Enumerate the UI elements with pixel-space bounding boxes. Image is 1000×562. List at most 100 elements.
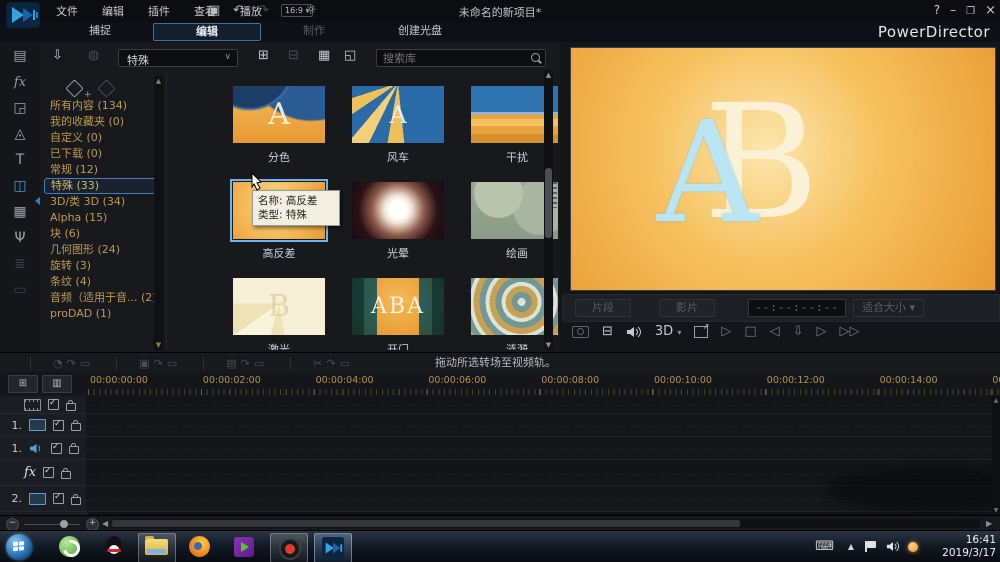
remove-folder-icon[interactable]: ⊟ [288,48,299,63]
video-track-1-lane[interactable] [86,414,992,437]
3d-mode-dropdown[interactable]: 3D ▾ [655,324,681,339]
module-tab[interactable]: 捕捉 [47,22,153,42]
category-item[interactable]: 块 (6) [44,226,160,242]
transition-item[interactable]: 光晕 [352,182,444,261]
scroll-up-icon[interactable]: ▲ [992,397,1000,404]
taskbar-qq[interactable] [96,533,132,561]
track-header[interactable]: fx [0,460,86,486]
restore-button[interactable] [966,3,975,18]
grid-view-icon[interactable]: ▦ [318,48,330,63]
transition-item[interactable]: A 分色 [233,86,325,165]
minimize-button[interactable] [950,3,956,18]
track-header[interactable] [0,396,86,414]
search-icon[interactable] [531,53,540,62]
transition-item[interactable]: ABA 开门 [352,278,444,350]
undock-preview-icon[interactable] [694,322,709,338]
transport-button[interactable]: ◁ [770,324,780,339]
drag-action-group[interactable]: ▤↷▭ [203,356,290,370]
transport-button[interactable]: ▷ [817,324,827,339]
undock-panel-icon[interactable]: ◱ [344,48,356,63]
transport-button[interactable]: □ [744,324,756,339]
scroll-down-icon[interactable]: ▼ [992,507,1000,514]
library-search-input[interactable] [381,50,525,66]
category-item[interactable]: 音频（适用于音... (2) [44,290,160,306]
tray-expand-icon[interactable]: ▲ [848,542,854,551]
category-item[interactable]: 3D/类 3D (34) [44,194,160,210]
range-select-button[interactable]: ▥ [42,375,72,393]
category-item[interactable]: proDAD (1) [44,306,160,322]
timecode-display[interactable]: --:--:--:-- [748,299,846,317]
module-tab[interactable]: 编辑 [153,23,261,41]
new-folder-icon[interactable]: ⊞ [258,48,269,63]
taskbar-screen-recorder[interactable] [270,533,308,562]
taskbar-explorer[interactable] [138,533,176,562]
start-button[interactable] [6,534,32,560]
room-icon[interactable]: ▦ [0,201,40,224]
room-icon[interactable]: fx [0,71,40,94]
volume-speaker-icon[interactable] [626,326,642,338]
track-lock-icon[interactable] [66,399,76,411]
track-lock-icon[interactable] [69,443,79,454]
input-method-icon[interactable]: ⌨ [815,539,834,554]
scrollbar-thumb[interactable] [545,168,552,238]
room-icon[interactable]: ◬ [0,123,40,146]
close-button[interactable] [985,3,996,18]
category-item[interactable]: 我的收藏夹 (0) [44,114,160,130]
grid-scrollbar[interactable]: ▲ ▼ [544,70,553,350]
zoom-fit-dropdown[interactable]: 适合大小 ▾ [853,299,925,317]
scroll-up-icon[interactable]: ▲ [544,71,553,79]
drag-action-group[interactable]: ✂↷▭ [290,356,376,370]
taskbar-media-player[interactable] [226,533,262,561]
track-lock-icon[interactable] [61,467,72,479]
zoom-slider-track[interactable] [24,524,80,525]
category-item[interactable]: Alpha (15) [44,210,160,226]
taskbar-browser-360[interactable] [52,533,88,561]
room-icon[interactable]: ▭ [0,279,40,302]
room-icon[interactable]: ◲ [0,97,40,120]
taskbar-clock[interactable]: 16:41 2019/3/17 [942,534,996,560]
preview-quality-icon[interactable]: ⊟ [602,324,613,339]
timeline-horizontal-scrollbar[interactable] [112,519,980,528]
antivirus-tray-icon[interactable] [908,542,918,552]
help-button[interactable]: ? [934,3,940,18]
room-icon[interactable]: ▤ [0,45,40,68]
category-scrollbar[interactable]: ▲ ▼ [154,76,163,350]
category-item[interactable]: 自定义 (0) [44,130,160,146]
scroll-down-icon[interactable]: ▼ [154,341,163,349]
track-vertical-scrollbar[interactable]: ▲ ▼ [992,396,1000,515]
track-enable-checkbox[interactable] [51,442,62,454]
room-icon[interactable]: ◫ [0,175,40,198]
room-icon[interactable]: T [0,149,40,172]
scroll-down-icon[interactable]: ▼ [544,341,553,349]
zoom-slider-thumb[interactable] [60,520,68,528]
transport-button[interactable]: ⇩ [793,324,804,339]
transport-button[interactable]: ▷▷ [840,324,860,339]
remove-tag-icon[interactable] [97,79,116,98]
scroll-up-icon[interactable]: ▲ [154,77,163,85]
master-track-lane[interactable] [86,396,992,414]
transport-button[interactable]: ▷ [721,324,731,339]
track-enable-checkbox[interactable] [43,466,55,478]
room-icon[interactable]: Ψ [0,227,40,250]
drag-action-group[interactable]: ◔↷▭ [30,356,116,370]
transition-item[interactable]: A 风车 [352,86,444,165]
add-tag-icon[interactable] [65,79,84,98]
panel-resize-grip[interactable] [553,182,557,208]
transition-item[interactable]: B 激光 [233,278,325,350]
category-item[interactable]: 旋转 (3) [44,258,160,274]
import-media-icon[interactable]: ⇩ [52,48,63,63]
scroll-right-icon[interactable]: ▶ [986,519,992,528]
timeline-ruler[interactable]: ⊞ ▥ 00:00:00:00 00:00:02:00 00:00:04:00 … [0,372,1000,397]
category-item[interactable]: 所有内容 (134) [44,98,160,114]
taskbar-firefox[interactable] [182,533,218,561]
module-tab[interactable]: 制作 [261,22,367,42]
drag-action-group[interactable]: ▣↷▭ [116,356,203,370]
download-content-icon[interactable]: ◍ [88,48,99,63]
track-header[interactable]: 1. [0,414,86,437]
tray-volume-icon[interactable] [886,541,900,552]
category-item[interactable]: 几何图形 (24) [44,242,160,258]
track-lock-icon[interactable] [71,493,81,505]
category-item[interactable]: 条纹 (4) [44,274,160,290]
action-center-flag-icon[interactable] [865,541,876,552]
track-manager-button[interactable]: ⊞ [8,375,38,393]
